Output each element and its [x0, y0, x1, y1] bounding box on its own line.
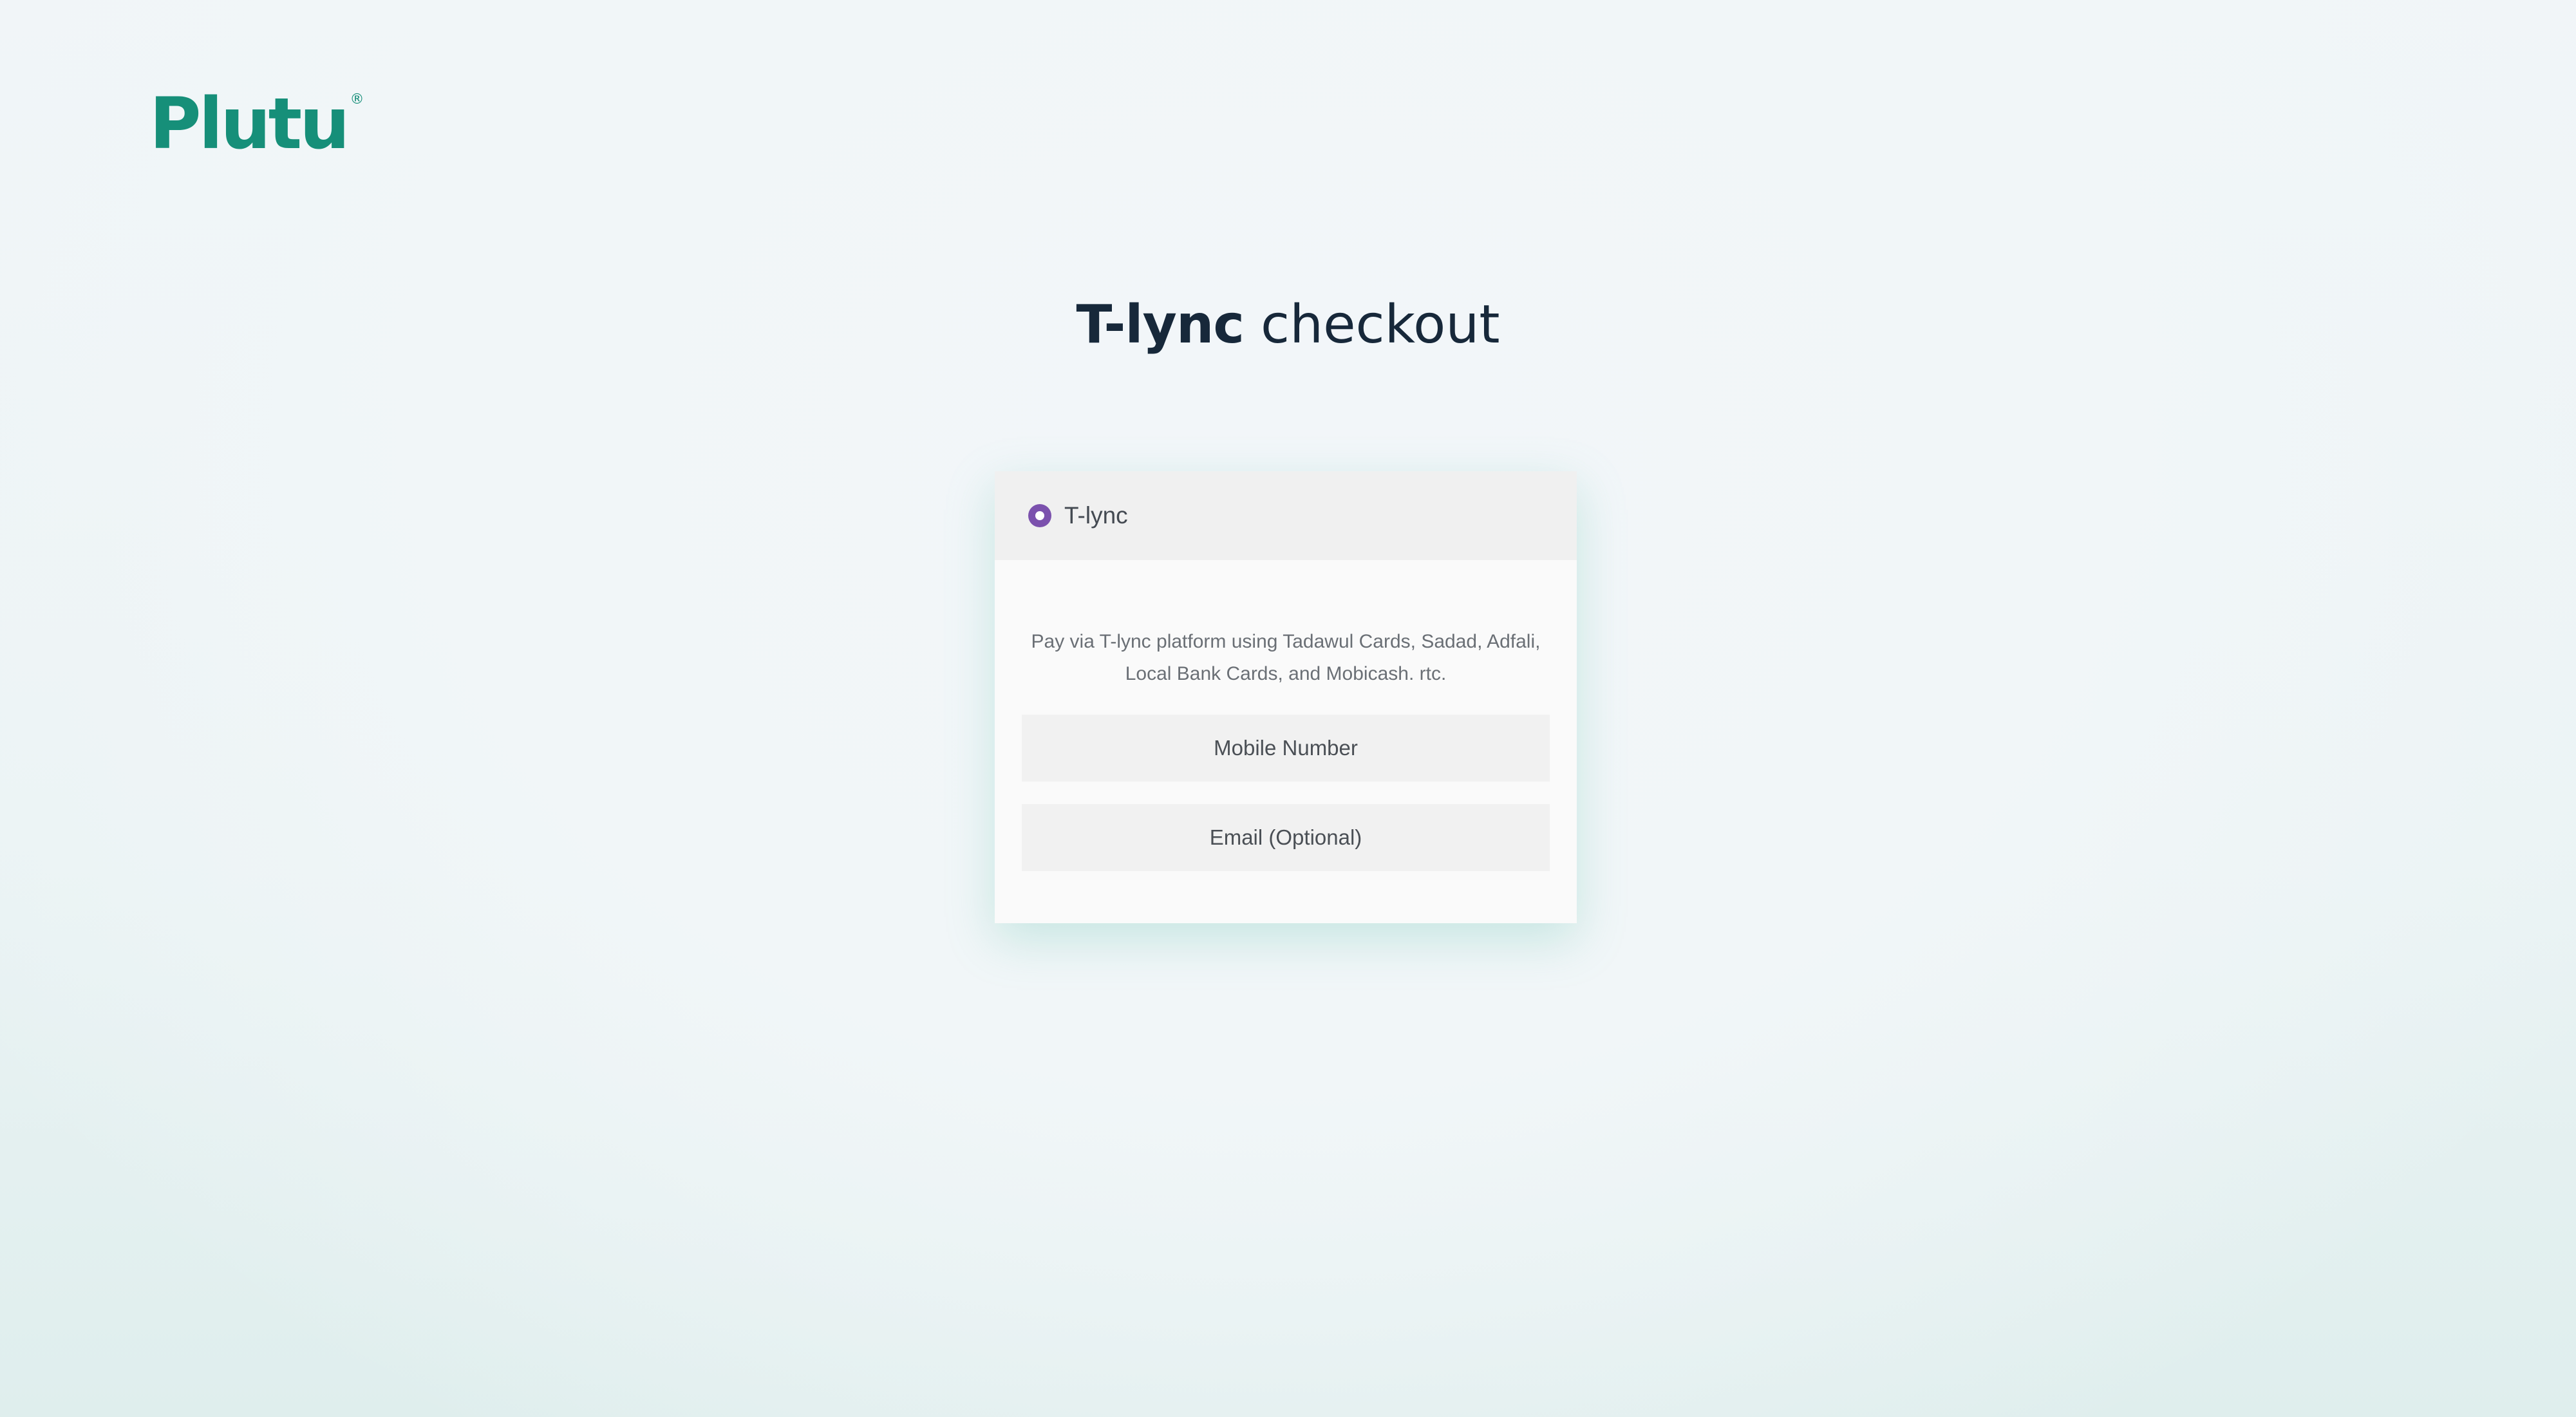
radio-selected-icon[interactable]: [1028, 504, 1051, 527]
page-title-rest: checkout: [1243, 294, 1500, 355]
payment-method-label: T-lync: [1064, 502, 1128, 529]
payment-card: T-lync Pay via T-lync platform using Tad…: [995, 471, 1577, 923]
radio-dot: [1035, 511, 1044, 520]
page-title: T-lync checkout: [0, 290, 2576, 361]
mobile-number-input[interactable]: [1022, 715, 1550, 782]
page-title-brand: T-lync: [1076, 294, 1245, 355]
payment-method-option[interactable]: T-lync: [995, 471, 1577, 560]
logo-wordmark: Plutu: [149, 82, 350, 165]
payment-method-description: Pay via T-lync platform using Tadawul Ca…: [1031, 631, 1541, 684]
email-input[interactable]: [1022, 804, 1550, 871]
plutu-logo: Plutu ®: [149, 82, 364, 165]
registered-mark: ®: [350, 91, 364, 108]
